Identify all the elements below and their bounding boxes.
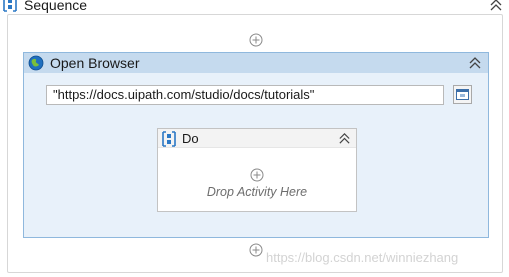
sequence-title: Sequence bbox=[24, 0, 88, 13]
sequence-header[interactable]: Sequence bbox=[0, 0, 509, 15]
sequence-activity[interactable]: Sequence Open Browser "https://docs.uipa… bbox=[0, 0, 509, 277]
open-browser-header[interactable]: Open Browser bbox=[24, 53, 488, 73]
double-chevron-up-icon[interactable] bbox=[489, 0, 503, 12]
do-container[interactable]: Do Drop Activity Here bbox=[157, 128, 357, 212]
open-browser-activity[interactable]: Open Browser "https://docs.uipath.com/st… bbox=[23, 52, 489, 238]
sequence-icon bbox=[162, 131, 176, 147]
workflow-designer: Sequence Open Browser "https://docs.uipa… bbox=[0, 0, 509, 277]
open-browser-title: Open Browser bbox=[50, 55, 140, 71]
globe-icon bbox=[28, 55, 44, 71]
drop-activity-hint[interactable]: Drop Activity Here bbox=[158, 185, 356, 199]
watermark-text: https://blog.csdn.net/winniezhang bbox=[266, 250, 459, 265]
add-activity-plus-icon[interactable] bbox=[249, 33, 263, 47]
do-header[interactable]: Do bbox=[158, 129, 356, 148]
add-activity-plus-icon[interactable] bbox=[249, 243, 263, 257]
do-title: Do bbox=[182, 131, 199, 146]
add-activity-plus-icon[interactable] bbox=[250, 168, 264, 182]
double-chevron-up-icon[interactable] bbox=[468, 56, 482, 70]
browse-button[interactable] bbox=[453, 85, 472, 104]
browser-window-icon bbox=[456, 89, 469, 100]
double-chevron-up-icon[interactable] bbox=[338, 132, 351, 145]
sequence-icon bbox=[3, 0, 17, 12]
url-input[interactable]: "https://docs.uipath.com/studio/docs/tut… bbox=[46, 85, 444, 105]
